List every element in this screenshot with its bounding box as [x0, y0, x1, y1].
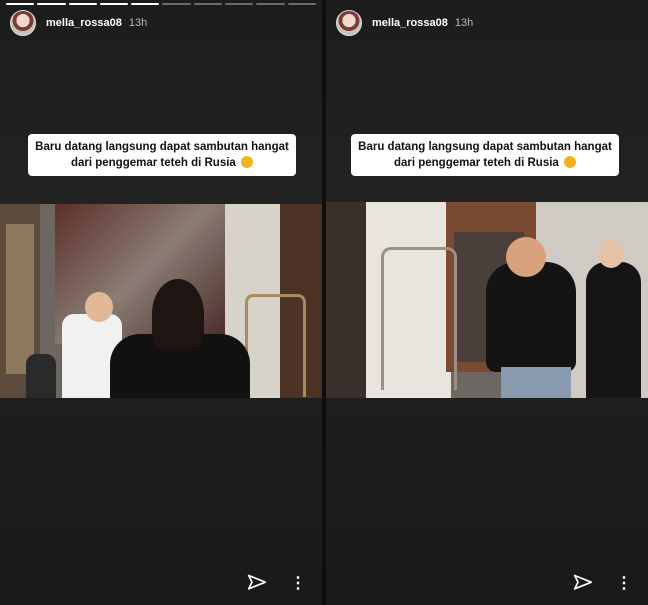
smile-emoji-icon — [564, 156, 577, 168]
story-panel-left[interactable]: mella_rossa08 13h Baru datang langsung d… — [0, 0, 322, 605]
story-header: mella_rossa08 13h — [10, 10, 147, 36]
smile-emoji-icon — [241, 156, 254, 168]
more-vertical-icon[interactable]: ⋮ — [616, 573, 632, 593]
story-panel-right[interactable]: mella_rossa08 13h Baru datang langsung d… — [326, 0, 648, 605]
story-photo — [0, 204, 322, 398]
story-photo — [326, 202, 648, 398]
avatar[interactable] — [10, 10, 36, 36]
story-caption: Baru datang langsung dapat sambutan hang… — [28, 134, 296, 176]
more-vertical-icon[interactable]: ⋮ — [290, 573, 306, 593]
timestamp: 13h — [128, 17, 148, 29]
story-caption: Baru datang langsung dapat sambutan hang… — [351, 134, 619, 176]
story-progress-bar — [6, 3, 316, 5]
username[interactable]: mella_rossa08 — [46, 17, 122, 29]
username[interactable]: mella_rossa08 — [372, 17, 448, 29]
story-viewer: mella_rossa08 13h Baru datang langsung d… — [0, 0, 648, 605]
story-header: mella_rossa08 13h — [336, 10, 473, 36]
send-icon[interactable] — [247, 573, 267, 593]
timestamp: 13h — [454, 17, 474, 29]
avatar[interactable] — [336, 10, 362, 36]
send-icon[interactable] — [573, 573, 593, 593]
